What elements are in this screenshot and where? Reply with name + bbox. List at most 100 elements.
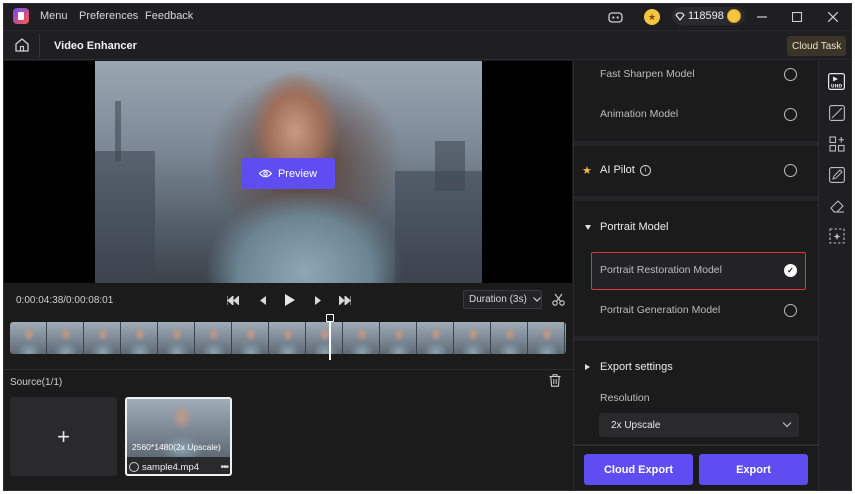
filmstrip-frame	[417, 322, 454, 354]
skip-end-icon[interactable]	[337, 292, 353, 308]
preview-label: Preview	[277, 167, 318, 180]
diamond-icon	[675, 11, 685, 21]
uhd-icon[interactable]: UHD	[828, 73, 845, 90]
timeline-filmstrip[interactable]	[10, 322, 566, 354]
info-icon[interactable]: i	[639, 164, 651, 176]
menu-item-menu[interactable]: Menu	[40, 10, 68, 22]
clip-name: sample4.mp4	[142, 461, 200, 473]
filmstrip-frame	[343, 322, 380, 354]
duration-dropdown[interactable]: Duration (3s)	[463, 290, 542, 309]
expand-triangle-icon[interactable]	[585, 364, 590, 370]
filmstrip-frame	[491, 322, 528, 354]
source-label: Source(1/1)	[10, 377, 63, 388]
step-back-icon[interactable]	[255, 292, 271, 308]
filmstrip-frame	[306, 322, 343, 354]
eye-icon	[258, 169, 272, 178]
page-title: Video Enhancer	[54, 40, 137, 52]
chevron-down-icon	[532, 297, 541, 302]
curve-icon[interactable]	[828, 104, 845, 121]
filmstrip-frame	[269, 322, 306, 354]
filmstrip-frame	[454, 322, 491, 354]
resolution-select[interactable]: 2x Upscale	[599, 413, 799, 437]
source-divider	[4, 369, 572, 370]
filmstrip-frame	[158, 322, 195, 354]
app-window: Menu Preferences Feedback ★ 118598 Video…	[3, 3, 852, 491]
add-source-button[interactable]: +	[10, 397, 117, 476]
play-icon[interactable]	[282, 292, 298, 308]
clip-resolution: 2560*1480(2x Upscale)	[132, 442, 221, 452]
filmstrip-frame	[121, 322, 158, 354]
tool-rail: UHD	[818, 61, 851, 490]
home-icon[interactable]	[14, 37, 30, 53]
cloud-task-button[interactable]: Cloud Task	[787, 36, 847, 56]
ai-pilot-row[interactable]: AI Pilot i	[600, 164, 651, 176]
export-settings-section[interactable]: Export settings	[600, 361, 673, 373]
section-divider	[574, 336, 819, 341]
playhead[interactable]	[329, 316, 331, 360]
minimize-icon[interactable]	[754, 9, 770, 25]
ai-pilot-label: AI Pilot	[600, 164, 635, 176]
filmstrip-frame	[10, 322, 47, 354]
filmstrip-frame	[380, 322, 417, 354]
checkmark-icon[interactable]: ✓	[784, 264, 797, 277]
filmstrip-frame	[47, 322, 84, 354]
plus-icon: +	[57, 423, 70, 449]
filmstrip-frame	[195, 322, 232, 354]
select-ai-icon[interactable]	[828, 227, 845, 244]
coin-icon[interactable]: ★	[644, 9, 660, 25]
more-options-icon[interactable]: •••	[220, 462, 228, 473]
clip-status-icon	[129, 462, 139, 472]
skip-start-icon[interactable]	[225, 292, 241, 308]
filmstrip-frame	[565, 322, 566, 354]
maximize-icon[interactable]	[789, 9, 805, 25]
close-icon[interactable]	[825, 9, 841, 25]
credits-badge[interactable]: 118598	[672, 7, 745, 25]
settings-panel: Fast Sharpen Model Animation Model ★ AI …	[573, 61, 819, 490]
star-icon: ★	[582, 165, 592, 177]
portrait-model-section[interactable]: Portrait Model	[600, 221, 668, 233]
resolution-value: 2x Upscale	[611, 419, 661, 431]
filmstrip-frame	[232, 322, 269, 354]
menu-item-preferences[interactable]: Preferences	[79, 10, 138, 22]
app-logo-icon	[13, 8, 29, 24]
scissors-icon[interactable]	[551, 292, 565, 306]
model-portrait-restoration[interactable]: Portrait Restoration Model	[600, 264, 722, 276]
clip-name-row: sample4.mp4 •••	[129, 460, 229, 474]
chevron-down-icon	[782, 418, 792, 428]
collapse-triangle-icon[interactable]	[585, 225, 591, 230]
section-divider	[574, 141, 819, 146]
model-animation[interactable]: Animation Model	[600, 108, 678, 120]
radio-animation[interactable]	[784, 108, 797, 121]
step-forward-icon[interactable]	[310, 292, 326, 308]
source-clip[interactable]: 2560*1480(2x Upscale) sample4.mp4 •••	[125, 397, 232, 476]
radio-portrait-generation[interactable]	[784, 304, 797, 317]
radio-fast-sharpen[interactable]	[784, 68, 797, 81]
playhead-handle[interactable]	[326, 314, 334, 322]
discord-icon[interactable]	[607, 9, 623, 25]
resolution-label: Resolution	[600, 392, 650, 404]
menu-item-feedback[interactable]: Feedback	[145, 10, 193, 22]
user-avatar-icon[interactable]	[726, 9, 741, 23]
section-divider	[574, 444, 819, 446]
model-portrait-generation[interactable]: Portrait Generation Model	[600, 304, 720, 316]
export-button[interactable]: Export	[699, 454, 808, 485]
filmstrip-frame	[528, 322, 565, 354]
title-bar: Menu Preferences Feedback ★ 118598	[4, 4, 851, 29]
video-preview-area: Preview	[4, 61, 572, 283]
model-fast-sharpen[interactable]: Fast Sharpen Model	[600, 68, 695, 80]
timecode: 0:00:04:38/0:00:08:01	[16, 295, 114, 306]
duration-label: Duration (3s)	[469, 294, 527, 305]
credits-count: 118598	[688, 10, 724, 22]
radio-ai-pilot[interactable]	[784, 164, 797, 177]
playback-controls: 0:00:04:38/0:00:08:01 Duration (3s)	[4, 284, 572, 316]
edit-icon[interactable]	[828, 166, 845, 183]
eraser-icon[interactable]	[828, 197, 845, 214]
section-divider	[574, 196, 819, 201]
preview-button[interactable]: Preview	[241, 158, 335, 189]
uhd-text: UHD	[831, 84, 842, 90]
grid-add-icon[interactable]	[828, 135, 845, 152]
header-divider	[39, 34, 40, 58]
trash-icon[interactable]	[549, 374, 563, 388]
cloud-export-button[interactable]: Cloud Export	[584, 454, 693, 485]
filmstrip-frame	[84, 322, 121, 354]
